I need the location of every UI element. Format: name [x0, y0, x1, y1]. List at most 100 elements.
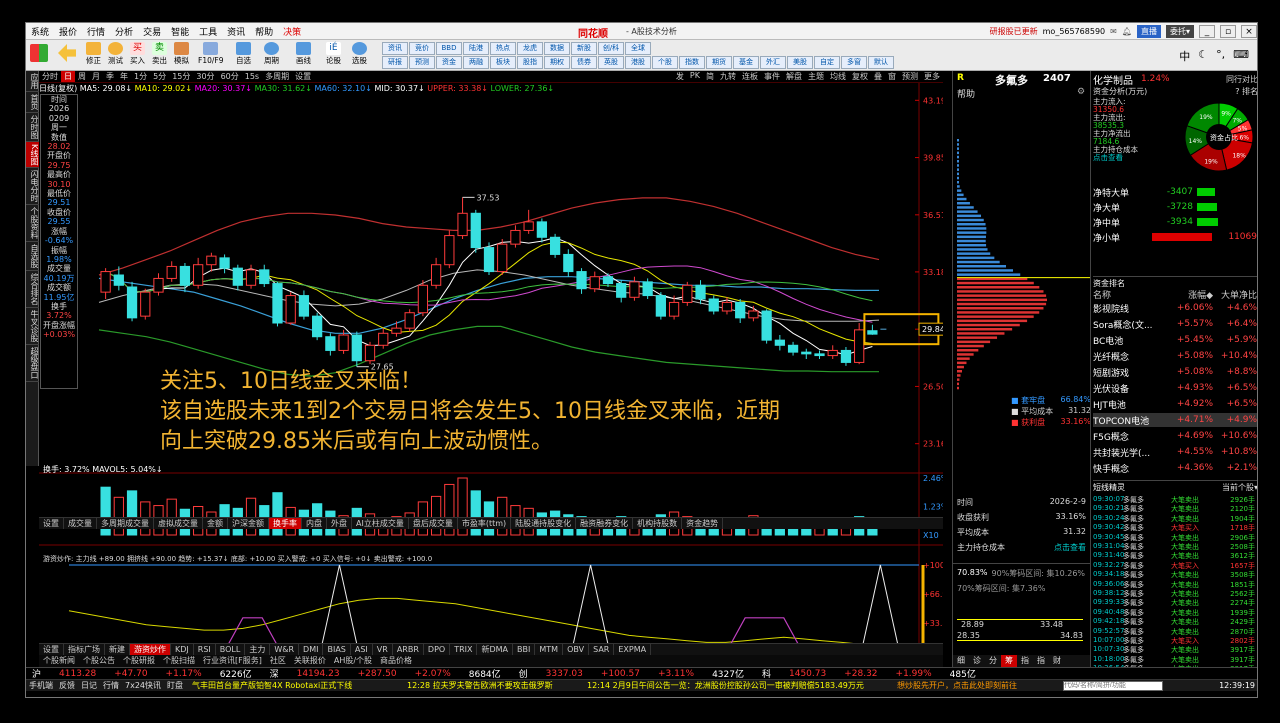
vol-tab-12[interactable]: 陆股通持股变化	[511, 518, 577, 529]
keyboard-icon[interactable]: ⌨	[1233, 48, 1249, 64]
tool-theme[interactable]: 主题	[805, 71, 827, 82]
ind-tab-21[interactable]: EXPMA	[614, 644, 652, 655]
mid-tab-ind2[interactable]: 指	[1033, 655, 1049, 667]
tape-row-3[interactable]: 09:30:42 多氟多 大笔买入 1718手	[1093, 523, 1257, 532]
tool-jiepan[interactable]: 解盘	[783, 71, 805, 82]
settings-icon[interactable]: ⚙	[1077, 87, 1085, 97]
vol-tab-2[interactable]: 多周期成交量	[97, 518, 154, 529]
tb-funds[interactable]: 基金	[733, 56, 759, 69]
tb-us[interactable]: 美股	[787, 56, 813, 69]
rank-col-ratio[interactable]: 大单净比	[1213, 288, 1257, 301]
tape-row-2[interactable]: 09:30:24 多氟多 大笔卖出 1904手	[1093, 514, 1257, 523]
ind-tab-20[interactable]: SAR	[589, 644, 615, 655]
info-tab-6[interactable]: 关联报价	[290, 655, 330, 667]
ind-tab-16[interactable]: 新DMA	[477, 644, 514, 655]
menu-item-market[interactable]: 行情	[82, 25, 110, 38]
tape-row-14[interactable]: 09:52:57 多氟多 大笔卖出 2870手	[1093, 627, 1257, 636]
tb-buy-button[interactable]: 买买入	[130, 42, 145, 65]
tool-ma[interactable]: 均线	[827, 71, 849, 82]
tool-jiuzhuan[interactable]: 九转	[717, 71, 739, 82]
tb-discuss-button[interactable]: iÉ 论股	[326, 42, 341, 65]
ind-tab-7[interactable]: 主力	[245, 644, 271, 655]
info-tab-8[interactable]: 商品价格	[376, 655, 416, 667]
menu-item-help[interactable]: 帮助	[250, 25, 278, 38]
mid-tab-split[interactable]: 分	[985, 655, 1001, 667]
tb-default[interactable]: 默认	[868, 56, 894, 69]
sector-row-8[interactable]: F5G概念 +4.69% +10.6%	[1093, 429, 1257, 443]
info-tab-4[interactable]: 行业资讯[F服务]	[199, 655, 266, 667]
info-tab-5[interactable]: 社区	[266, 655, 290, 667]
ind-tab-12[interactable]: VR	[373, 644, 393, 655]
period-multi[interactable]: 多周期	[262, 71, 292, 82]
menu-item-smart[interactable]: 智能	[166, 25, 194, 38]
ind-tab-0[interactable]: 设置	[39, 644, 64, 655]
tape-row-8[interactable]: 09:34:18 多氟多 大笔卖出 3508手	[1093, 570, 1257, 579]
ind-tab-11[interactable]: ASI	[351, 644, 373, 655]
news-item-2[interactable]: 12:14 2月9日午间公告一览：龙洲股份控股孙公司一审被判赔偿5183.49万…	[581, 680, 891, 691]
period-settings[interactable]: 设置	[292, 71, 314, 82]
tb-hk[interactable]: 陆港	[463, 42, 489, 55]
leftnav-profile[interactable]: 个股资料	[26, 205, 39, 243]
tool-predict[interactable]: 预测	[899, 71, 921, 82]
news-724[interactable]: 7x24快讯	[122, 680, 164, 691]
tape-row-10[interactable]: 09:38:12 多氟多 大笔卖出 2562手	[1093, 589, 1257, 598]
leftnav-watchlist[interactable]: 自选股	[26, 242, 39, 272]
vol-tab-8[interactable]: 外盘	[327, 518, 352, 529]
tool-adjust[interactable]: 复权	[849, 71, 871, 82]
period-1m[interactable]: 1分	[131, 71, 150, 82]
tape-row-4[interactable]: 09:30:45 多氟多 大笔卖出 2906手	[1093, 533, 1257, 542]
tape-row-13[interactable]: 09:42:18 多氟多 大笔卖出 2429手	[1093, 617, 1257, 626]
mid-tab-detail[interactable]: 细	[953, 655, 969, 667]
tb-chuang[interactable]: 创/科	[598, 42, 624, 55]
stock-search-input[interactable]	[1063, 680, 1164, 691]
info-tab-7[interactable]: AH股/个股	[330, 655, 376, 667]
period-30m[interactable]: 30分	[193, 71, 217, 82]
vol-tab-11[interactable]: 市盈率(ttm)	[458, 518, 512, 529]
leftnav-flash[interactable]: 闪电分时	[26, 168, 39, 206]
tape-row-7[interactable]: 09:32:27 多氟多 大笔买入 1657手	[1093, 561, 1257, 570]
sector-row-2[interactable]: BC电池 +5.45% +5.9%	[1093, 333, 1257, 347]
period-week[interactable]: 周	[75, 71, 89, 82]
vol-tab-5[interactable]: 沪深金额	[228, 518, 269, 529]
tool-lianban[interactable]: 连板	[739, 71, 761, 82]
news-item-3[interactable]: 想炒股先开户，点击此处即刻前往	[891, 680, 1061, 691]
mid-tab-ind1[interactable]: 指	[1017, 655, 1033, 667]
ind-tab-10[interactable]: BIAS	[323, 644, 351, 655]
period-60m[interactable]: 60分	[218, 71, 242, 82]
mid-tab-diagnose[interactable]: 诊	[969, 655, 985, 667]
ind-tab-3[interactable]: 游资炒作	[130, 644, 171, 655]
news-diary[interactable]: 日记	[78, 680, 100, 691]
sector-row-1[interactable]: Sora概念(文... +5.57% +6.4%	[1093, 317, 1257, 331]
tool-more[interactable]: 更多	[921, 71, 943, 82]
tb-sim-button[interactable]: 模拟	[174, 42, 189, 65]
tb-sector[interactable]: 板块	[490, 56, 516, 69]
tool-window[interactable]: 窗	[885, 71, 899, 82]
peer-compare-link[interactable]: 同行对比	[1226, 74, 1257, 85]
tb-data[interactable]: 数据	[544, 42, 570, 55]
ind-tab-8[interactable]: W&R	[270, 644, 300, 655]
tb-test-button[interactable]: 测试	[108, 42, 123, 65]
tb-fix-button[interactable]: 修正	[86, 42, 101, 65]
close-icon[interactable]: ×	[1241, 25, 1257, 38]
tool-event[interactable]: 事件	[761, 71, 783, 82]
leftnav-app[interactable]: 应用	[26, 71, 39, 92]
ind-tab-9[interactable]: DMI	[299, 644, 324, 655]
info-tab-1[interactable]: 个股公告	[79, 655, 119, 667]
menu-item-news[interactable]: 资讯	[222, 25, 250, 38]
sector-row-5[interactable]: 光伏设备 +4.93% +6.5%	[1093, 381, 1257, 395]
info-tab-3[interactable]: 个股扫描	[159, 655, 199, 667]
chip-stat-main-link[interactable]: 点击查看	[1054, 542, 1086, 553]
menu-item-system[interactable]: 系统	[26, 25, 54, 38]
tb-dragon[interactable]: 龙虎	[517, 42, 543, 55]
tb-period-button[interactable]: 周期	[264, 42, 279, 65]
tool-fa[interactable]: 发	[673, 71, 687, 82]
news-watch[interactable]: 盯盘	[164, 680, 186, 691]
tb-forecast[interactable]: 预测	[409, 56, 435, 69]
minimize-icon[interactable]: _	[1199, 25, 1215, 38]
tape-row-0[interactable]: 09:30:07 多氟多 大笔卖出 2926手	[1093, 495, 1257, 504]
bell-icon[interactable]: 🔔︎	[1122, 27, 1132, 36]
tb-draw-button[interactable]: 画线	[296, 42, 311, 65]
tb-margin[interactable]: 两融	[463, 56, 489, 69]
vol-tab-10[interactable]: 盘后成交量	[409, 518, 458, 529]
tb-sell-button[interactable]: 卖卖出	[152, 42, 167, 65]
